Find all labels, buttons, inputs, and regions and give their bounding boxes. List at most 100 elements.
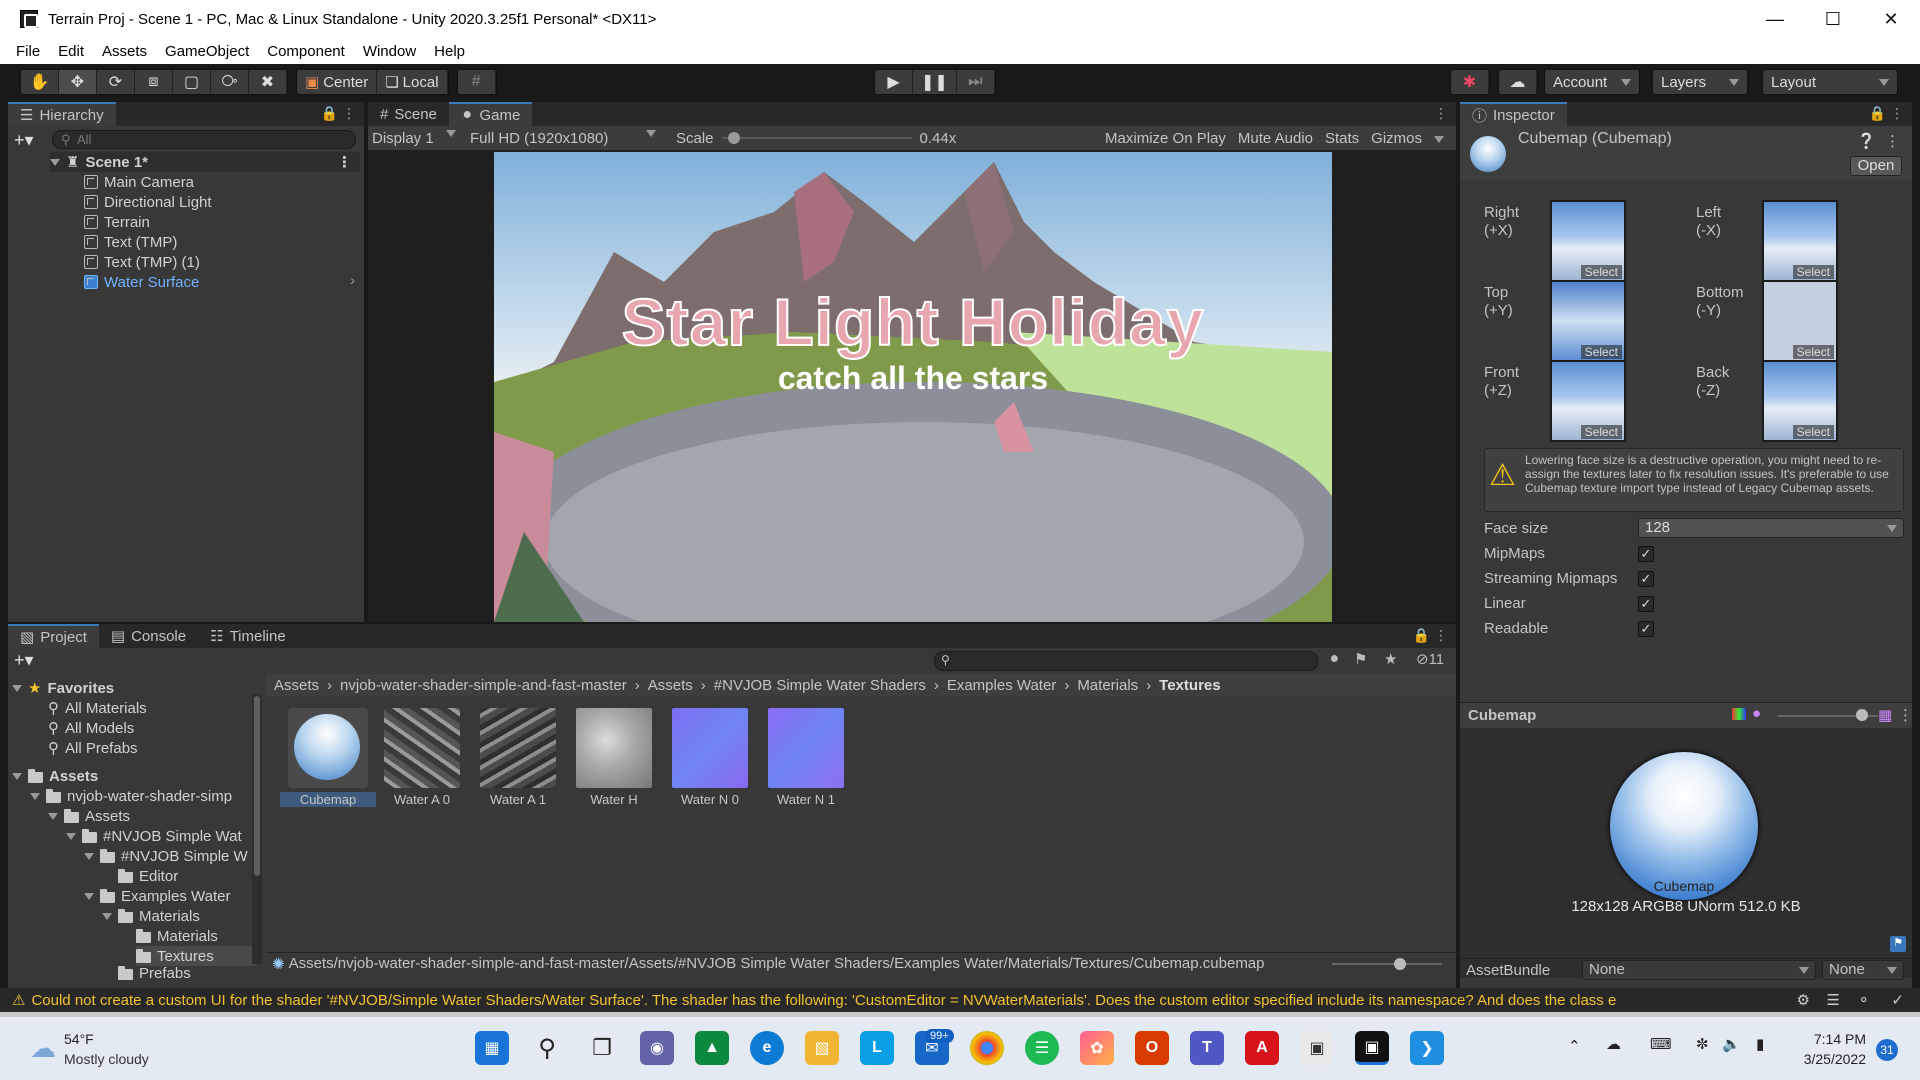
progress-icon[interactable]: ☰ — [1827, 991, 1840, 1009]
panel-menu-icon[interactable]: 🔒 ⋮ — [1869, 105, 1904, 122]
tree-folder-selected[interactable]: Textures — [136, 946, 256, 966]
grid-snap-icon[interactable]: # — [458, 70, 496, 94]
tab-inspector[interactable]: ⓘ Inspector — [1460, 102, 1567, 126]
breadcrumb-item[interactable]: Examples Water — [947, 677, 1056, 694]
tree-folder[interactable]: #NVJOB Simple W — [84, 846, 262, 866]
breadcrumb-item[interactable]: #NVJOB Simple Water Shaders — [714, 677, 926, 694]
menu-help[interactable]: Help — [434, 43, 465, 60]
hierarchy-item[interactable]: Main Camera — [84, 172, 194, 192]
slider-handle[interactable] — [727, 132, 740, 144]
acrobat-icon[interactable]: A — [1245, 1031, 1279, 1065]
asset-water-h[interactable] — [576, 708, 652, 788]
clock-time[interactable]: 7:14 PM — [1796, 1031, 1866, 1047]
hierarchy-item[interactable]: Text (TMP) (1) — [84, 252, 200, 272]
keyboard-icon[interactable]: ⌨ — [1650, 1035, 1672, 1053]
volume-icon[interactable]: 🔈 — [1722, 1035, 1741, 1053]
resolution-dropdown[interactable]: Full HD (1920x1080) — [464, 129, 664, 147]
kebab-menu-icon[interactable]: ⋮ — [1885, 132, 1900, 150]
tab-timeline[interactable]: ☷ Timeline — [198, 624, 298, 648]
chevron-right-icon[interactable]: › — [350, 272, 355, 289]
select-button[interactable]: Select — [1792, 265, 1834, 279]
menu-window[interactable]: Window — [363, 43, 416, 60]
edge-icon[interactable]: e — [750, 1031, 784, 1065]
account-dropdown[interactable]: Account — [1544, 69, 1640, 95]
hierarchy-search-input[interactable]: ⚲ All — [52, 130, 356, 149]
menu-component[interactable]: Component — [267, 43, 345, 60]
breadcrumb-item[interactable]: Materials — [1077, 677, 1138, 694]
add-object-button[interactable]: +▾ — [14, 130, 34, 151]
weather-temp[interactable]: 54°F — [64, 1031, 94, 1047]
wifi-icon[interactable]: ✼ — [1696, 1035, 1709, 1053]
favorite-item[interactable]: ⚲ All Materials — [48, 698, 147, 718]
readable-checkbox[interactable]: ✓ — [1638, 621, 1654, 637]
chrome-icon[interactable] — [970, 1031, 1004, 1065]
help-icon[interactable]: ❔ — [1857, 132, 1876, 150]
chevron-up-icon[interactable]: ⌃ — [1568, 1037, 1581, 1055]
kebab-menu-icon[interactable]: ⋮ — [1898, 706, 1913, 724]
maximize-button[interactable]: ☐ — [1804, 9, 1862, 30]
gizmos-toggle[interactable]: Gizmos — [1371, 130, 1422, 147]
breadcrumb-item[interactable]: Textures — [1159, 677, 1220, 694]
cache-icon[interactable]: ⚬ — [1857, 991, 1870, 1009]
clock-date[interactable]: 3/25/2022 — [1796, 1051, 1866, 1067]
tree-folder[interactable]: Prefabs — [118, 966, 191, 980]
weather-status[interactable]: Mostly cloudy — [64, 1051, 149, 1067]
learn-icon[interactable]: L — [860, 1031, 894, 1065]
mip-slider-handle[interactable] — [1856, 709, 1868, 721]
collab-icon[interactable]: ✱ — [1451, 70, 1489, 94]
select-button[interactable]: Select — [1580, 425, 1622, 439]
hand-tool-icon[interactable]: ✋ — [21, 70, 59, 94]
tag-icon[interactable]: ⚑ — [1890, 936, 1906, 952]
battery-icon[interactable]: ▮ — [1756, 1035, 1764, 1053]
thumbnail-slider-handle[interactable] — [1394, 958, 1406, 970]
layout-dropdown[interactable]: Layout — [1762, 69, 1898, 95]
select-button[interactable]: Select — [1792, 425, 1834, 439]
play-button[interactable]: ▶ — [875, 70, 913, 94]
minimize-button[interactable]: — — [1746, 9, 1804, 30]
asset-water-a0[interactable] — [384, 708, 460, 788]
transform-tool-icon[interactable]: ⧂ — [211, 70, 249, 94]
mipmaps-checkbox[interactable]: ✓ — [1638, 546, 1654, 562]
spotify-icon[interactable]: ☰ — [1025, 1031, 1059, 1065]
tree-folder[interactable]: nvjob-water-shader-simp — [30, 786, 262, 806]
asset-water-n0[interactable] — [672, 708, 748, 788]
favorite-item[interactable]: ⚲ All Models — [48, 718, 134, 738]
tab-game[interactable]: ⚫ Game — [448, 102, 533, 126]
panel-menu-icon[interactable]: 🔒 ⋮ — [321, 105, 356, 122]
face-left-slot[interactable]: Select — [1762, 200, 1838, 282]
chevron-down-icon[interactable] — [1434, 135, 1444, 143]
linear-checkbox[interactable]: ✓ — [1638, 596, 1654, 612]
favorites-header[interactable]: ★ Favorites — [12, 678, 114, 698]
select-button[interactable]: Select — [1792, 345, 1834, 359]
cloud-icon[interactable]: ☁ — [1499, 70, 1537, 94]
asset-cubemap[interactable] — [288, 708, 368, 788]
stats-toggle[interactable]: Stats — [1325, 130, 1359, 147]
close-button[interactable]: ✕ — [1862, 9, 1920, 30]
task-view-icon[interactable]: ❐ — [585, 1031, 619, 1065]
debug-icon[interactable]: ⚙ — [1797, 991, 1810, 1009]
hierarchy-item[interactable]: Directional Light — [84, 192, 212, 212]
scale-tool-icon[interactable]: ⧈ — [135, 70, 173, 94]
tab-project[interactable]: ▧ Project — [8, 624, 99, 648]
hierarchy-item-selected[interactable]: Water Surface — [84, 272, 199, 292]
breadcrumb-item[interactable]: Assets — [274, 677, 319, 694]
rect-tool-icon[interactable]: ▢ — [173, 70, 211, 94]
tab-console[interactable]: ▤ Console — [99, 624, 198, 648]
select-button[interactable]: Select — [1580, 345, 1622, 359]
onedrive-icon[interactable]: ☁ — [1606, 1035, 1621, 1053]
alpha-icon[interactable]: ▦ — [1878, 706, 1892, 724]
panel-menu-icon[interactable]: 🔒 ⋮ — [1413, 627, 1448, 644]
move-tool-icon[interactable]: ✥ — [59, 70, 97, 94]
open-button[interactable]: Open — [1850, 156, 1902, 176]
weather-icon[interactable]: ☁ — [30, 1033, 56, 1064]
check-icon[interactable]: ✓ — [1891, 991, 1904, 1009]
unity-editor-icon[interactable]: ▣ — [1355, 1031, 1389, 1065]
tree-folder[interactable]: Materials — [102, 906, 200, 926]
assetbundle-dropdown[interactable]: None — [1582, 960, 1816, 980]
pivot-local-button[interactable]: ❏ Local — [377, 70, 448, 94]
tree-folder[interactable]: Materials — [136, 926, 218, 946]
rgb-channel-icon[interactable] — [1732, 708, 1746, 720]
scale-slider[interactable] — [721, 131, 912, 145]
status-message[interactable]: Could not create a custom UI for the sha… — [31, 992, 1747, 1009]
streaming-mipmaps-checkbox[interactable]: ✓ — [1638, 571, 1654, 587]
